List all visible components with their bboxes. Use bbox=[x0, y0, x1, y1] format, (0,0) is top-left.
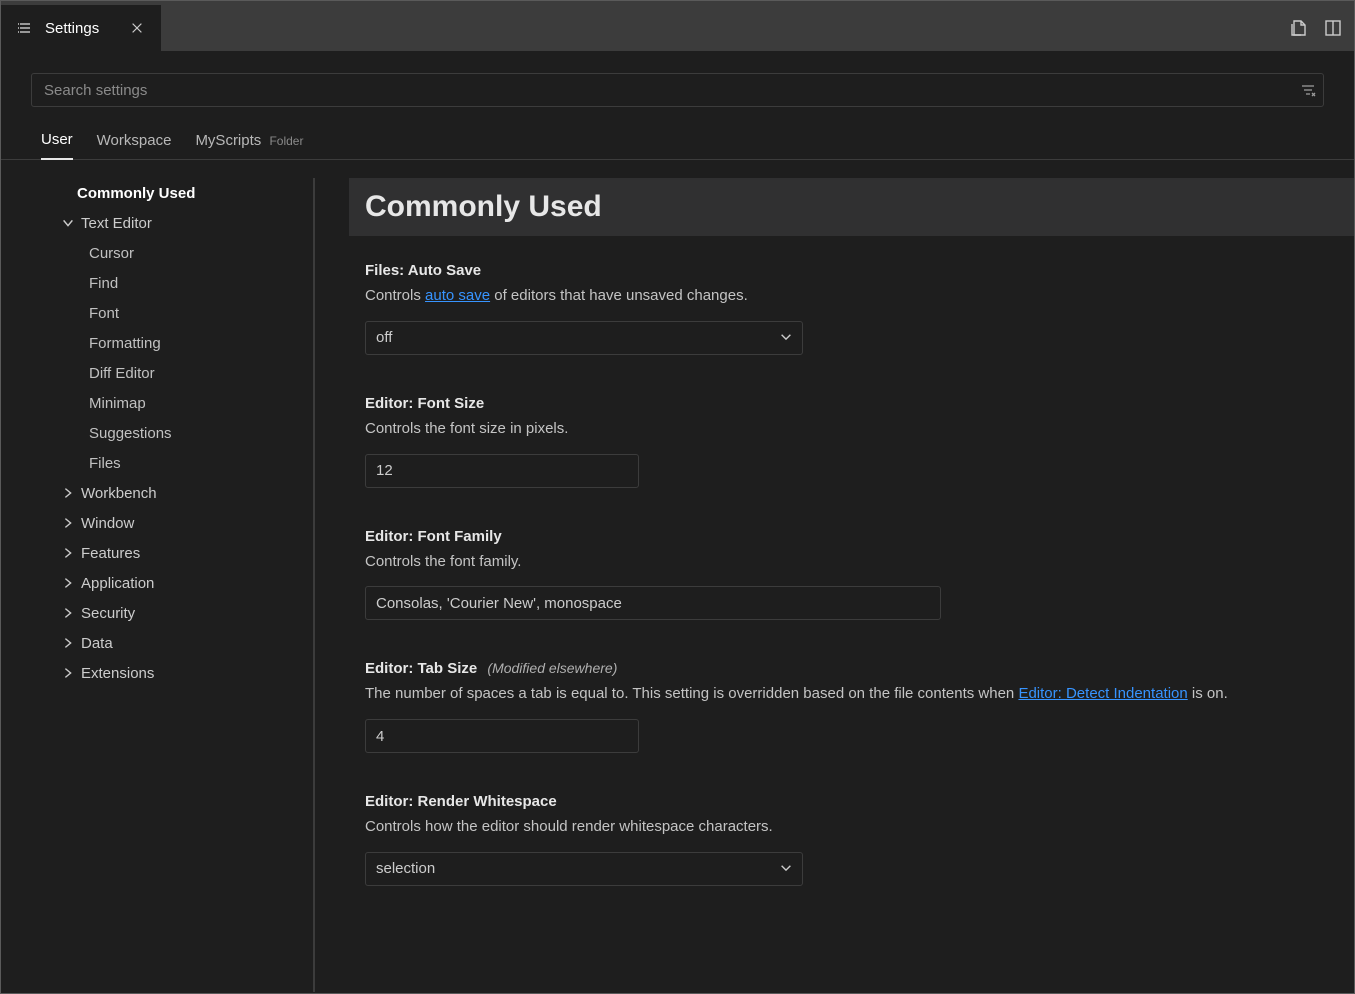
settings-toc: Commonly Used Text Editor Cursor Find Fo… bbox=[35, 178, 315, 992]
section-title: Commonly Used bbox=[365, 190, 1338, 224]
setting-title: Editor: Render Whitespace bbox=[365, 793, 1354, 810]
toc-label: Features bbox=[81, 545, 140, 562]
toc-label: Extensions bbox=[81, 665, 154, 682]
select-input[interactable]: selection bbox=[365, 852, 803, 886]
toc-label: Window bbox=[81, 515, 134, 532]
toc-label: Application bbox=[81, 575, 154, 592]
input-tab-size[interactable] bbox=[365, 719, 639, 753]
scope-user[interactable]: User bbox=[41, 131, 73, 160]
toc-formatting[interactable]: Formatting bbox=[35, 328, 303, 358]
scope-workspace[interactable]: Workspace bbox=[97, 132, 172, 159]
toc-font[interactable]: Font bbox=[35, 298, 303, 328]
chevron-right-icon bbox=[59, 546, 77, 560]
chevron-right-icon bbox=[59, 606, 77, 620]
chevron-right-icon bbox=[59, 666, 77, 680]
chevron-right-icon bbox=[59, 636, 77, 650]
setting-files-auto-save: Files: Auto Save Controls auto save of e… bbox=[349, 262, 1354, 355]
select-render-whitespace[interactable]: selection bbox=[365, 852, 803, 886]
setting-desc: Controls the font size in pixels. bbox=[365, 418, 1354, 440]
tab-title: Settings bbox=[45, 20, 99, 37]
settings-content: Commonly Used Files: Auto Save Controls … bbox=[315, 178, 1354, 992]
select-auto-save[interactable]: off bbox=[365, 321, 803, 355]
scope-tabs: User Workspace MyScripts Folder bbox=[1, 117, 1354, 160]
modified-elsewhere-note: (Modified elsewhere) bbox=[487, 660, 617, 676]
toc-extensions[interactable]: Extensions bbox=[35, 658, 303, 688]
chevron-down-icon bbox=[59, 216, 77, 230]
main: Commonly Used Text Editor Cursor Find Fo… bbox=[1, 160, 1354, 992]
input-font-family[interactable] bbox=[365, 586, 941, 620]
search-row bbox=[1, 51, 1354, 117]
setting-editor-render-whitespace: Editor: Render Whitespace Controls how t… bbox=[349, 793, 1354, 886]
setting-title: Editor: Tab Size (Modified elsewhere) bbox=[365, 660, 1354, 677]
toc-diff-editor[interactable]: Diff Editor bbox=[35, 358, 303, 388]
setting-title: Files: Auto Save bbox=[365, 262, 1354, 279]
toc-data[interactable]: Data bbox=[35, 628, 303, 658]
scope-folder-name: MyScripts bbox=[195, 132, 261, 149]
setting-editor-tab-size: Editor: Tab Size (Modified elsewhere) Th… bbox=[349, 660, 1354, 753]
setting-desc: Controls auto save of editors that have … bbox=[365, 285, 1354, 307]
toc-label: Data bbox=[81, 635, 113, 652]
toc-application[interactable]: Application bbox=[35, 568, 303, 598]
toc-window[interactable]: Window bbox=[35, 508, 303, 538]
scope-folder-suffix: Folder bbox=[269, 134, 303, 148]
editor-tabs: Settings bbox=[1, 1, 1354, 51]
toc-features[interactable]: Features bbox=[35, 538, 303, 568]
setting-title: Editor: Font Family bbox=[365, 528, 1354, 545]
toc-security[interactable]: Security bbox=[35, 598, 303, 628]
select-input[interactable]: off bbox=[365, 321, 803, 355]
tab-bar-actions bbox=[1288, 5, 1354, 51]
scope-folder[interactable]: MyScripts Folder bbox=[195, 132, 303, 159]
chevron-right-icon bbox=[59, 486, 77, 500]
setting-editor-font-size: Editor: Font Size Controls the font size… bbox=[349, 395, 1354, 488]
tab-settings[interactable]: Settings bbox=[1, 5, 161, 51]
toc-cursor[interactable]: Cursor bbox=[35, 238, 303, 268]
toc-find[interactable]: Find bbox=[35, 268, 303, 298]
setting-desc: Controls the font family. bbox=[365, 551, 1354, 573]
setting-desc: Controls how the editor should render wh… bbox=[365, 816, 1354, 838]
search-input[interactable] bbox=[44, 82, 1299, 99]
setting-desc: The number of spaces a tab is equal to. … bbox=[365, 683, 1354, 705]
toc-minimap[interactable]: Minimap bbox=[35, 388, 303, 418]
chevron-right-icon bbox=[59, 516, 77, 530]
toc-suggestions[interactable]: Suggestions bbox=[35, 418, 303, 448]
settings-list-icon bbox=[17, 19, 35, 37]
toc-files[interactable]: Files bbox=[35, 448, 303, 478]
toc-workbench[interactable]: Workbench bbox=[35, 478, 303, 508]
filter-icon[interactable] bbox=[1299, 81, 1317, 99]
toc-label: Workbench bbox=[81, 485, 157, 502]
open-settings-json-icon[interactable] bbox=[1288, 17, 1310, 39]
search-settings-field[interactable] bbox=[31, 73, 1324, 107]
link-detect-indentation[interactable]: Editor: Detect Indentation bbox=[1018, 685, 1187, 702]
link-auto-save[interactable]: auto save bbox=[425, 287, 490, 304]
setting-title: Editor: Font Size bbox=[365, 395, 1354, 412]
section-header: Commonly Used bbox=[349, 178, 1354, 236]
toc-label: Text Editor bbox=[81, 215, 152, 232]
toc-label: Security bbox=[81, 605, 135, 622]
toc-text-editor[interactable]: Text Editor bbox=[35, 208, 303, 238]
input-font-size[interactable] bbox=[365, 454, 639, 488]
setting-editor-font-family: Editor: Font Family Controls the font fa… bbox=[349, 528, 1354, 621]
close-icon[interactable] bbox=[129, 20, 145, 36]
split-editor-icon[interactable] bbox=[1322, 17, 1344, 39]
toc-commonly-used[interactable]: Commonly Used bbox=[35, 178, 303, 208]
chevron-right-icon bbox=[59, 576, 77, 590]
